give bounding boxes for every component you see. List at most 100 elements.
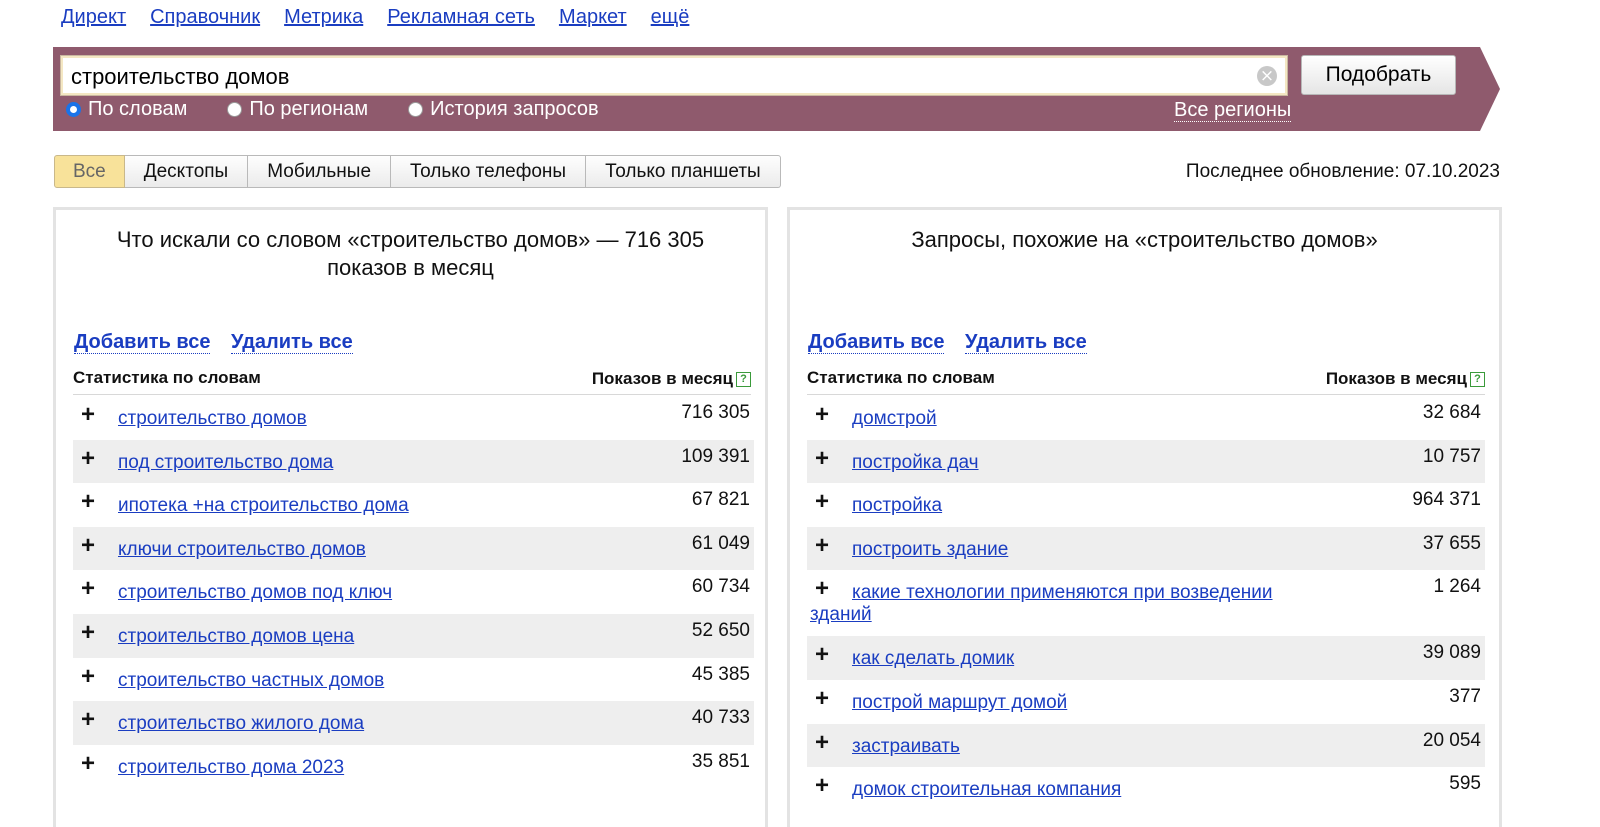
phrase-link[interactable]: строительство домов [118, 408, 618, 430]
add-phrase-icon[interactable]: + [815, 641, 829, 669]
add-phrase-icon[interactable]: + [815, 401, 829, 429]
phrase-link[interactable]: строительство частных домов [118, 670, 618, 692]
search-input[interactable]: строительство домов × [60, 55, 1288, 96]
impressions-count: 60 734 [691, 576, 750, 598]
tab-mobile[interactable]: Мобильные [248, 155, 392, 188]
phrase-link[interactable]: под строительство дома [118, 452, 618, 474]
tab-all[interactable]: Все [54, 155, 125, 188]
table-row: + какие технологии применяются при возвед… [807, 570, 1485, 636]
phrase-link[interactable]: построить здание [852, 539, 1352, 561]
nav-link-spravochnik[interactable]: Справочник [150, 4, 260, 30]
add-phrase-icon[interactable]: + [81, 750, 95, 778]
phrase-link[interactable]: строительство жилого дома [118, 713, 618, 735]
table-row: + строительство домов 716 305 [73, 396, 754, 440]
search-mode-group: По словам По регионам История запросов [66, 98, 639, 121]
impressions-count: 39 089 [1422, 642, 1481, 664]
table-row: + как сделать домик 39 089 [807, 636, 1485, 680]
table-row: + построй маршрут домой 377 [807, 680, 1485, 724]
phrase-link[interactable]: застраивать [852, 736, 1352, 758]
search-query[interactable]: строительство домов [71, 64, 289, 90]
words-panel: Что искали со словом «строительство домо… [53, 207, 768, 827]
phrase-link[interactable]: строительство домов цена [118, 626, 618, 648]
add-phrase-icon[interactable]: + [81, 706, 95, 734]
add-all-link[interactable]: Добавить все [74, 331, 211, 354]
column-header: Статистика по словам Показов в месяц ? [807, 368, 1485, 395]
impressions-count: 52 650 [691, 619, 750, 641]
add-all-link[interactable]: Добавить все [808, 331, 945, 354]
add-phrase-icon[interactable]: + [81, 532, 95, 560]
radio-label: История запросов [430, 98, 599, 120]
add-phrase-icon[interactable]: + [81, 619, 95, 647]
search-band: строительство домов × Подобрать По слова… [53, 47, 1480, 131]
radio-unchecked-icon[interactable] [408, 102, 424, 117]
table-row: + постройка 964 371 [807, 483, 1485, 527]
add-phrase-icon[interactable]: + [815, 445, 829, 473]
phrase-link[interactable]: домок строительная компания [852, 779, 1352, 801]
phrase-link[interactable]: как сделать домик [852, 648, 1352, 670]
col-count-header: Показов в месяц [591, 369, 733, 388]
help-icon[interactable]: ? [1470, 371, 1485, 387]
submit-button[interactable]: Подобрать [1301, 55, 1456, 95]
phrase-link[interactable]: ключи строительство домов [118, 539, 618, 561]
phrase-link[interactable]: какие технологии применяются при возведе… [810, 582, 1310, 626]
table-row: + постройка дач 10 757 [807, 439, 1485, 484]
add-phrase-icon[interactable]: + [815, 488, 829, 516]
radio-query-history[interactable]: История запросов [408, 98, 599, 121]
clear-icon[interactable]: × [1257, 66, 1277, 86]
remove-all-link[interactable]: Удалить все [965, 331, 1087, 354]
add-phrase-icon[interactable]: + [815, 532, 829, 560]
words-list: + строительство домов 716 305 + под строител… [73, 396, 754, 788]
phrase-link[interactable]: строительство дома 2023 [118, 757, 618, 779]
add-phrase-icon[interactable]: + [815, 729, 829, 757]
add-phrase-icon[interactable]: + [81, 663, 95, 691]
impressions-count: 61 049 [691, 532, 750, 554]
add-phrase-icon[interactable]: + [81, 401, 95, 429]
table-row: + строительство жилого дома 40 733 [73, 701, 754, 745]
panel-title: Запросы, похожие на «строительство домов… [911, 227, 1378, 252]
phrase-link[interactable]: построй маршрут домой [852, 692, 1352, 714]
impressions-count: 1 264 [1433, 576, 1481, 598]
radio-by-regions[interactable]: По регионам [227, 98, 368, 121]
nav-link-market[interactable]: Маркет [559, 4, 627, 30]
table-row: + строительство дома 2023 35 851 [73, 745, 754, 789]
table-row: + под строительство дома 109 391 [73, 439, 754, 484]
table-row: + строительство домов под ключ 60 734 [73, 570, 754, 614]
impressions-count: 67 821 [691, 489, 750, 511]
add-phrase-icon[interactable]: + [81, 445, 95, 473]
impressions-count: 20 054 [1422, 729, 1481, 751]
phrase-link[interactable]: постройка [852, 495, 1352, 517]
remove-all-link[interactable]: Удалить все [231, 331, 353, 354]
impressions-count: 45 385 [691, 663, 750, 685]
nav-link-ad-network[interactable]: Рекламная сеть [387, 4, 535, 30]
table-row: + домок строительная компания 595 [807, 767, 1485, 811]
add-phrase-icon[interactable]: + [81, 488, 95, 516]
tab-tablets-only[interactable]: Только планшеты [586, 155, 781, 188]
table-row: + ключи строительство домов 61 049 [73, 526, 754, 571]
add-phrase-icon[interactable]: + [81, 575, 95, 603]
phrase-link[interactable]: постройка дач [852, 452, 1352, 474]
phrase-link[interactable]: строительство домов под ключ [118, 582, 618, 604]
impressions-count: 377 [1449, 685, 1481, 707]
table-row: + строительство домов цена 52 650 [73, 613, 754, 658]
tab-desktops[interactable]: Десктопы [124, 155, 249, 188]
help-icon[interactable]: ? [736, 371, 751, 387]
phrase-link[interactable]: домстрой [852, 408, 1352, 430]
radio-unchecked-icon[interactable] [227, 102, 243, 117]
panel-actions: Добавить все Удалить все [808, 331, 1102, 354]
radio-by-words[interactable]: По словам [66, 98, 187, 121]
add-phrase-icon[interactable]: + [815, 772, 829, 800]
regions-link[interactable]: Все регионы [1174, 99, 1292, 122]
similar-list: + домстрой 32 684 + постройка дач 10 757 + пост… [807, 396, 1485, 811]
nav-link-direct[interactable]: Директ [61, 4, 126, 30]
table-row: + построить здание 37 655 [807, 526, 1485, 571]
search-band-arrow [1480, 47, 1500, 131]
tab-phones-only[interactable]: Только телефоны [391, 155, 587, 188]
radio-checked-icon[interactable] [66, 102, 81, 117]
phrase-link[interactable]: ипотека +на строительство дома [118, 495, 618, 517]
nav-link-metrika[interactable]: Метрика [284, 4, 363, 30]
panel-actions: Добавить все Удалить все [74, 331, 368, 354]
add-phrase-icon[interactable]: + [815, 685, 829, 713]
similar-panel: Запросы, похожие на «строительство домов… [787, 207, 1502, 827]
nav-link-more[interactable]: ещё [651, 4, 690, 30]
impressions-count: 40 733 [691, 707, 750, 729]
